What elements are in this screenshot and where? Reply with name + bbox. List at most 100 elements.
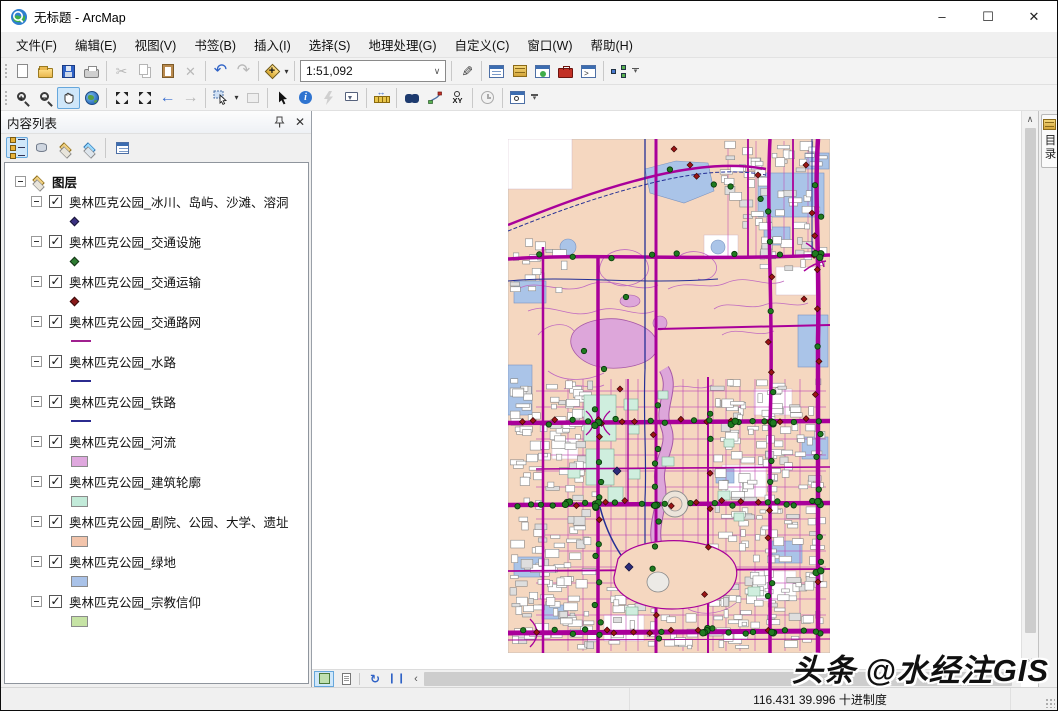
tree-root-row[interactable]: 图层: [5, 171, 308, 191]
select-features-dropdown[interactable]: ▾: [232, 93, 241, 102]
layer-symbol-line[interactable]: [71, 380, 91, 382]
collapse-icon[interactable]: [31, 396, 42, 407]
layer-row[interactable]: ✓奥林匹克公园_绿地: [5, 551, 308, 571]
menu-customize[interactable]: 自定义(C): [446, 31, 519, 58]
toolbar-grip[interactable]: [3, 89, 8, 107]
time-slider-button[interactable]: [476, 87, 499, 109]
scroll-up-icon[interactable]: ∧: [1022, 111, 1039, 127]
go-to-xy-button[interactable]: XY: [446, 87, 469, 109]
layer-row[interactable]: ✓奥林匹克公园_水路: [5, 351, 308, 371]
layer-row[interactable]: ✓奥林匹克公园_交通运输: [5, 271, 308, 291]
layer-row[interactable]: ✓奥林匹克公园_河流: [5, 431, 308, 451]
redo-button[interactable]: ↷: [232, 60, 255, 82]
layer-symbol-line[interactable]: [71, 420, 91, 422]
toolbar-grip[interactable]: [3, 62, 8, 80]
save-button[interactable]: [57, 60, 80, 82]
collapse-icon[interactable]: [15, 176, 26, 187]
clear-selection-button[interactable]: [241, 87, 264, 109]
add-data-dropdown[interactable]: ▾: [282, 67, 291, 76]
arctoolbox-button[interactable]: [554, 60, 577, 82]
catalog-tab[interactable]: 目录: [1041, 114, 1058, 168]
toc-options-button[interactable]: [111, 137, 133, 158]
layer-symbol-fill[interactable]: [71, 536, 88, 547]
menu-edit[interactable]: 编辑(E): [66, 31, 126, 58]
python-window-button[interactable]: >: [577, 60, 600, 82]
layer-checkbox[interactable]: ✓: [49, 475, 62, 488]
measure-button[interactable]: [370, 87, 393, 109]
layer-symbol-fill[interactable]: [71, 616, 88, 627]
find-route-button[interactable]: [423, 87, 446, 109]
scroll-left-icon[interactable]: ‹: [409, 671, 423, 687]
vertical-scrollbar[interactable]: ∧ ∨: [1021, 111, 1038, 669]
minimize-button[interactable]: –: [919, 1, 965, 32]
pin-icon[interactable]: [274, 116, 285, 128]
layer-checkbox[interactable]: ✓: [49, 195, 62, 208]
layer-row[interactable]: ✓奥林匹克公园_宗教信仰: [5, 591, 308, 611]
menu-window[interactable]: 窗口(W): [518, 31, 581, 58]
collapse-icon[interactable]: [31, 556, 42, 567]
hyperlink-button[interactable]: [317, 87, 340, 109]
layer-checkbox[interactable]: ✓: [49, 315, 62, 328]
layer-checkbox[interactable]: ✓: [49, 235, 62, 248]
select-features-button[interactable]: [209, 87, 232, 109]
layer-row[interactable]: ✓奥林匹克公园_冰川、岛屿、沙滩、溶洞: [5, 191, 308, 211]
collapse-icon[interactable]: [31, 196, 42, 207]
chevron-down-icon[interactable]: ∨: [429, 66, 445, 77]
layer-symbol-fill[interactable]: [71, 576, 88, 587]
layer-checkbox[interactable]: ✓: [49, 595, 62, 608]
layout-view-button[interactable]: [336, 671, 356, 687]
collapse-icon[interactable]: [31, 436, 42, 447]
select-elements-button[interactable]: [271, 87, 294, 109]
menu-file[interactable]: 文件(F): [7, 31, 66, 58]
catalog-button[interactable]: [508, 60, 531, 82]
fixed-zoom-out-button[interactable]: [133, 87, 156, 109]
fixed-zoom-in-button[interactable]: [110, 87, 133, 109]
toolbar-overflow-button[interactable]: ▾: [531, 94, 538, 101]
open-button[interactable]: [34, 60, 57, 82]
toolbar-overflow-button[interactable]: ▾: [632, 68, 639, 75]
table-of-contents-button[interactable]: [485, 60, 508, 82]
layer-symbol-fill[interactable]: [71, 496, 88, 507]
search-window-button[interactable]: [531, 60, 554, 82]
pan-button[interactable]: [57, 87, 80, 109]
layer-symbol-point[interactable]: [70, 216, 80, 226]
data-view-button[interactable]: [314, 671, 334, 687]
layer-row[interactable]: ✓奥林匹克公园_交通路网: [5, 311, 308, 331]
collapse-icon[interactable]: [31, 316, 42, 327]
layer-symbol-line[interactable]: [71, 340, 91, 342]
new-document-button[interactable]: [11, 60, 34, 82]
map-canvas[interactable]: [312, 111, 1021, 669]
layer-checkbox[interactable]: ✓: [49, 395, 62, 408]
full-extent-button[interactable]: [80, 87, 103, 109]
close-button[interactable]: ✕: [1011, 1, 1057, 32]
print-button[interactable]: [80, 60, 103, 82]
layer-checkbox[interactable]: ✓: [49, 555, 62, 568]
go-forward-extent-button[interactable]: →: [179, 87, 202, 109]
collapse-icon[interactable]: [31, 476, 42, 487]
layer-checkbox[interactable]: ✓: [49, 515, 62, 528]
zoom-out-button[interactable]: −: [34, 87, 57, 109]
layer-checkbox[interactable]: ✓: [49, 355, 62, 368]
list-by-selection-button[interactable]: [78, 137, 100, 158]
layer-row[interactable]: ✓奥林匹克公园_交通设施: [5, 231, 308, 251]
layer-symbol-point[interactable]: [70, 256, 80, 266]
refresh-button[interactable]: ↻: [365, 671, 385, 687]
cut-button[interactable]: ✂: [110, 60, 133, 82]
viewer-window-button[interactable]: [506, 87, 529, 109]
layer-row[interactable]: ✓奥林匹克公园_剧院、公园、大学、遗址: [5, 511, 308, 531]
list-by-drawing-order-button[interactable]: [6, 137, 28, 158]
menu-insert[interactable]: 插入(I): [245, 31, 300, 58]
menu-geoprocessing[interactable]: 地理处理(G): [359, 31, 445, 58]
layer-row[interactable]: ✓奥林匹克公园_建筑轮廓: [5, 471, 308, 491]
layer-checkbox[interactable]: ✓: [49, 275, 62, 288]
undo-button[interactable]: ↶: [209, 60, 232, 82]
list-by-visibility-button[interactable]: [54, 137, 76, 158]
collapse-icon[interactable]: [31, 356, 42, 367]
collapse-icon[interactable]: [31, 516, 42, 527]
collapse-icon[interactable]: [31, 236, 42, 247]
model-builder-button[interactable]: [607, 60, 630, 82]
pause-drawing-button[interactable]: ❙❙: [387, 671, 407, 687]
list-by-source-button[interactable]: [30, 137, 52, 158]
html-popup-button[interactable]: [340, 87, 363, 109]
layer-checkbox[interactable]: ✓: [49, 435, 62, 448]
